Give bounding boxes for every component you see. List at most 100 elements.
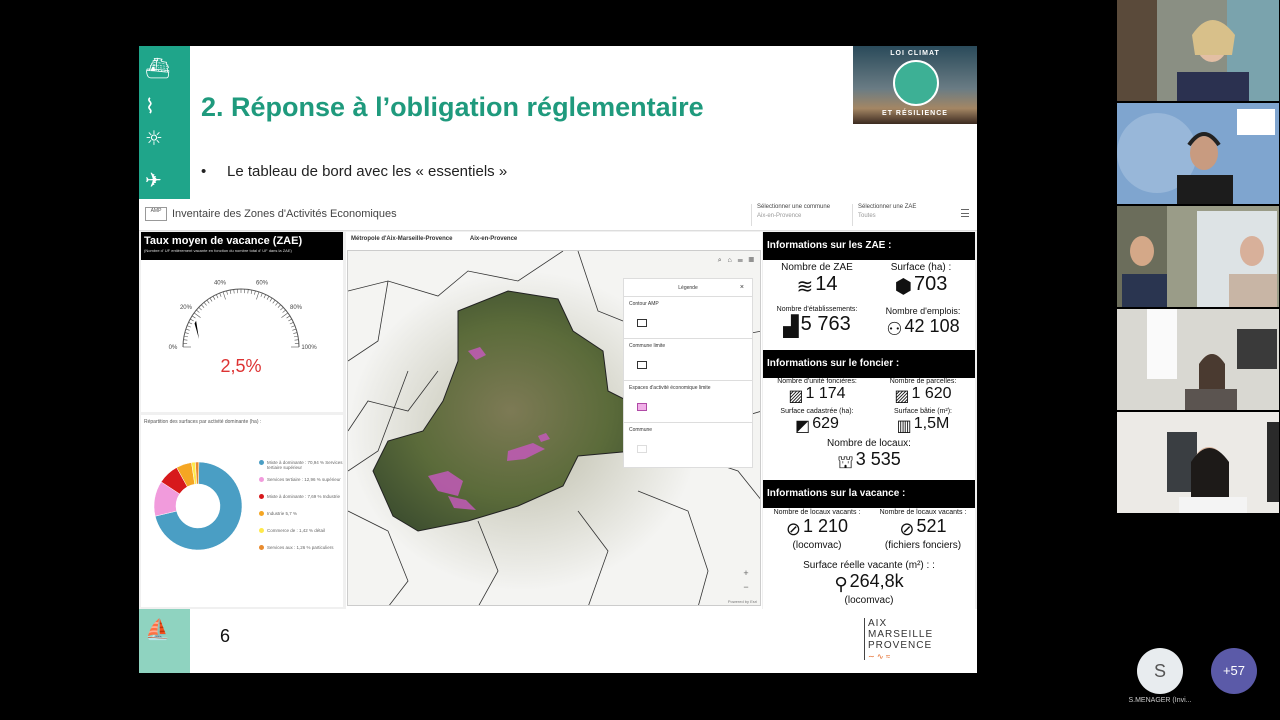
zae-info-header: Informations sur les ZAE : bbox=[763, 232, 975, 260]
gauge-tick bbox=[254, 290, 256, 295]
gauge-tick bbox=[263, 294, 266, 299]
gauge-tick bbox=[229, 289, 232, 295]
gauge-tick bbox=[277, 304, 281, 308]
list-icon[interactable]: ☰ bbox=[738, 257, 743, 264]
stat-source: (locomvac) bbox=[844, 595, 894, 606]
map-tabs: Métropole d'Aix-Marseille-Provence Aix-e… bbox=[346, 232, 762, 250]
gauge-tick bbox=[280, 307, 284, 311]
participant-video-1[interactable] bbox=[1117, 0, 1279, 101]
climat-tree-icon bbox=[893, 60, 939, 106]
participant-video-3[interactable] bbox=[1117, 206, 1279, 307]
gauge-tick bbox=[203, 302, 207, 306]
stat-value: 1 620 bbox=[911, 385, 952, 402]
donut-legend-item: Mixte à dominante : 7,69 % Industrie bbox=[259, 494, 343, 511]
legend-item-commune: Commune bbox=[624, 423, 752, 465]
plane-icon: ✈ bbox=[145, 168, 162, 192]
foncier-info-header: Informations sur le foncier : bbox=[763, 350, 975, 378]
gauge-tick bbox=[293, 335, 299, 338]
participant-video-5[interactable] bbox=[1117, 412, 1279, 513]
search-icon[interactable]: ⌕ bbox=[718, 257, 722, 264]
vacance-info-header: Informations sur la vacance : bbox=[763, 480, 975, 508]
tab-aix[interactable]: Aix-en-Provence bbox=[470, 236, 517, 242]
stat-value: 1 210 bbox=[803, 516, 849, 536]
amp-logo-line: MARSEILLE bbox=[868, 629, 934, 640]
gauge-tick bbox=[293, 332, 298, 334]
legend-swatch bbox=[259, 545, 264, 550]
zoom-out-button[interactable]: − bbox=[739, 580, 753, 594]
shop-icon: ⛫ bbox=[837, 452, 854, 473]
stat-value: 629 bbox=[812, 415, 839, 432]
amp-logo-bottom: AIX MARSEILLE PROVENCE ∼ ∿ ≈ bbox=[864, 618, 934, 661]
polygon-icon bbox=[637, 361, 647, 369]
polygon-icon bbox=[637, 319, 647, 327]
gauge-tick bbox=[288, 318, 292, 322]
gauge-tick-label: 20% bbox=[180, 305, 193, 311]
video-call-window: ⛴ ⌇ ☼ ✈ ⛵ 2. Réponse à l’obligation régl… bbox=[0, 0, 1280, 720]
zoom-in-button[interactable]: + bbox=[739, 566, 753, 580]
stat-label: Surface réelle vacante (m²) : : bbox=[803, 560, 935, 571]
participant-5-feed bbox=[1117, 412, 1279, 513]
polygon-icon bbox=[637, 445, 647, 453]
gauge-value: 2,5% bbox=[220, 356, 262, 376]
gauge-tick bbox=[188, 322, 193, 325]
stat-unites-foncieres: Nombre d'unité foncières: ▨ 1 174 bbox=[765, 378, 869, 405]
legend-item-espaces: Espaces d'activité économique limite bbox=[624, 381, 752, 423]
gauge-tick bbox=[186, 325, 191, 328]
gauge-tick bbox=[212, 296, 216, 300]
participant-avatar[interactable]: S bbox=[1137, 648, 1183, 694]
map-canvas[interactable]: ⌕ ⌂ ☰ ▦ Légende × Contour AMP Commune li… bbox=[347, 250, 761, 606]
stat-value: 1,5M bbox=[913, 415, 950, 432]
menu-icon[interactable] bbox=[961, 209, 969, 217]
map-legend-popup: Légende × Contour AMP Commune limite Esp… bbox=[623, 278, 753, 468]
gauge-tick-label: 80% bbox=[290, 305, 303, 311]
zae-selector[interactable]: Sélectionner une ZAE Toutes bbox=[852, 204, 916, 226]
grid-icon[interactable]: ▦ bbox=[749, 257, 754, 264]
legend-swatch bbox=[259, 460, 264, 465]
donut-legend-item: Industrie 5,7 % bbox=[259, 511, 343, 528]
foncier-info-body: Nombre d'unité foncières: ▨ 1 174 Nombre … bbox=[763, 378, 975, 478]
gauge-tick bbox=[216, 294, 219, 299]
gauge-tick bbox=[183, 335, 189, 338]
more-participants-button[interactable]: +57 bbox=[1211, 648, 1257, 694]
stat-emplois: Nombre d'emplois: ⚇ 42 108 bbox=[871, 306, 975, 340]
donut-legend-item: Commerce de : 1,42 % détail bbox=[259, 528, 343, 545]
triangle-icon: ◩ bbox=[795, 416, 811, 435]
stat-label: Nombre d'établissements: bbox=[776, 306, 858, 313]
legend-label: Services tertiaire : 12,96 % supérieur bbox=[267, 477, 341, 482]
climat-logo-text-1: LOI CLIMAT bbox=[890, 50, 940, 57]
stat-label: Surface (ha) : bbox=[890, 262, 952, 273]
gauge-tick bbox=[185, 328, 190, 331]
stat-parcelles: Nombre de parcelles: ▨ 1 620 bbox=[871, 378, 975, 405]
ship-icon: ⛴ bbox=[145, 56, 171, 80]
participant-video-4[interactable] bbox=[1117, 309, 1279, 410]
participant-video-2[interactable] bbox=[1117, 103, 1279, 204]
commune-selector-value: Aix-en-Provence bbox=[757, 213, 802, 219]
donut-legend-item: Mixte à dominante : 70,94 % Services ter… bbox=[259, 460, 343, 477]
close-icon[interactable]: × bbox=[740, 284, 744, 291]
stat-locaux: Nombre de locaux: ⛫ 3 535 bbox=[765, 438, 973, 476]
gauge-tick bbox=[183, 339, 188, 341]
gauge-tick-label: 0% bbox=[169, 345, 178, 351]
stat-etablissements: Nombre d'établissements: ▟ 5 763 bbox=[767, 306, 867, 338]
commune-selector[interactable]: Sélectionner une commune Aix-en-Provence bbox=[751, 204, 830, 226]
slide-decor-strip: ⛴ ⌇ ☼ ✈ bbox=[139, 46, 190, 201]
legend-label: Commerce de : 1,42 % détail bbox=[267, 528, 326, 533]
parcel-icon: ▨ bbox=[788, 386, 804, 405]
gauge-tick bbox=[193, 312, 201, 318]
tab-metropole[interactable]: Métropole d'Aix-Marseille-Provence bbox=[351, 236, 452, 242]
palm-icon: ⌇ bbox=[145, 94, 155, 118]
amp-logo-line: PROVENCE bbox=[868, 640, 933, 651]
home-icon[interactable]: ⌂ bbox=[728, 257, 732, 264]
legend-label: Services aux : 1,26 % particuliers bbox=[267, 545, 334, 550]
gauge-tick bbox=[219, 292, 222, 297]
legend-item-commune-limite: Commune limite bbox=[624, 339, 752, 381]
slide-title: 2. Réponse à l’obligation réglementaire bbox=[201, 92, 704, 122]
stat-surface-cadastree: Surface cadastrée (ha): ◩ 629 bbox=[765, 408, 869, 435]
vacancy-gauge-panel: Taux moyen de vacance (ZAE) (Nombre d' U… bbox=[141, 232, 343, 412]
hexagon-icon: ⬢ bbox=[894, 274, 913, 298]
gauge-tick bbox=[226, 290, 228, 295]
legend-swatch bbox=[259, 511, 264, 516]
slide-number: 6 bbox=[220, 626, 231, 646]
building-icon: ▥ bbox=[896, 416, 912, 435]
stat-surface-vacante: Surface réelle vacante (m²) : : ⚲ 264,8k … bbox=[765, 560, 973, 606]
